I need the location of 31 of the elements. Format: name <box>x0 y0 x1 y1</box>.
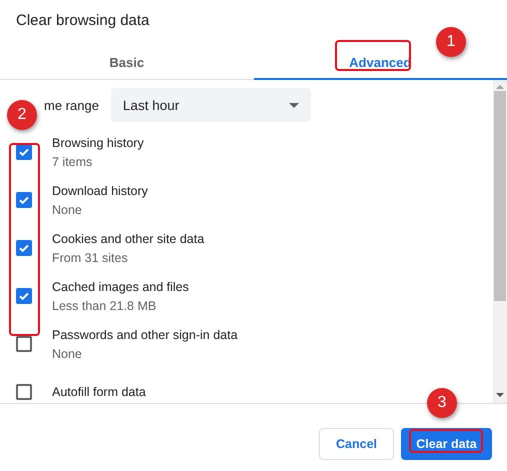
check-icon <box>18 194 30 206</box>
step-badge: 2 <box>7 100 37 130</box>
checkbox[interactable] <box>16 144 32 160</box>
checkbox[interactable] <box>16 384 32 400</box>
step-badge: 1 <box>436 27 466 57</box>
time-range-dropdown[interactable]: Last hour <box>110 88 311 122</box>
item-detail: Less than 21.8 MB <box>52 298 158 312</box>
scrollbar[interactable] <box>493 80 507 403</box>
item-detail: None <box>52 202 83 216</box>
tab[interactable]: Basic <box>0 46 254 80</box>
dialog-title: Clear browsing data <box>15 11 150 31</box>
check-icon <box>18 146 30 158</box>
item-detail: From 31 sites <box>52 250 129 264</box>
item-title: Cached images and files <box>52 280 189 294</box>
checkbox[interactable] <box>16 240 32 256</box>
item-title: Browsing history <box>52 136 144 150</box>
item-detail: None <box>52 346 83 360</box>
item-title: Passwords and other sign-in data <box>52 328 238 342</box>
checkbox[interactable] <box>16 192 32 208</box>
checkbox[interactable] <box>16 288 32 304</box>
caret-icon <box>288 102 299 108</box>
item-detail: 7 items <box>52 154 94 168</box>
check-icon <box>18 242 30 254</box>
time-range-label: me range <box>44 98 99 112</box>
step-badge: 3 <box>427 388 457 418</box>
item-title: Download history <box>52 184 148 198</box>
checkbox[interactable] <box>16 336 32 352</box>
check-icon <box>18 290 30 302</box>
item-title: Autofill form data <box>52 385 146 399</box>
cancel-button[interactable]: Cancel <box>319 428 394 460</box>
item-title: Cookies and other site data <box>52 232 204 246</box>
